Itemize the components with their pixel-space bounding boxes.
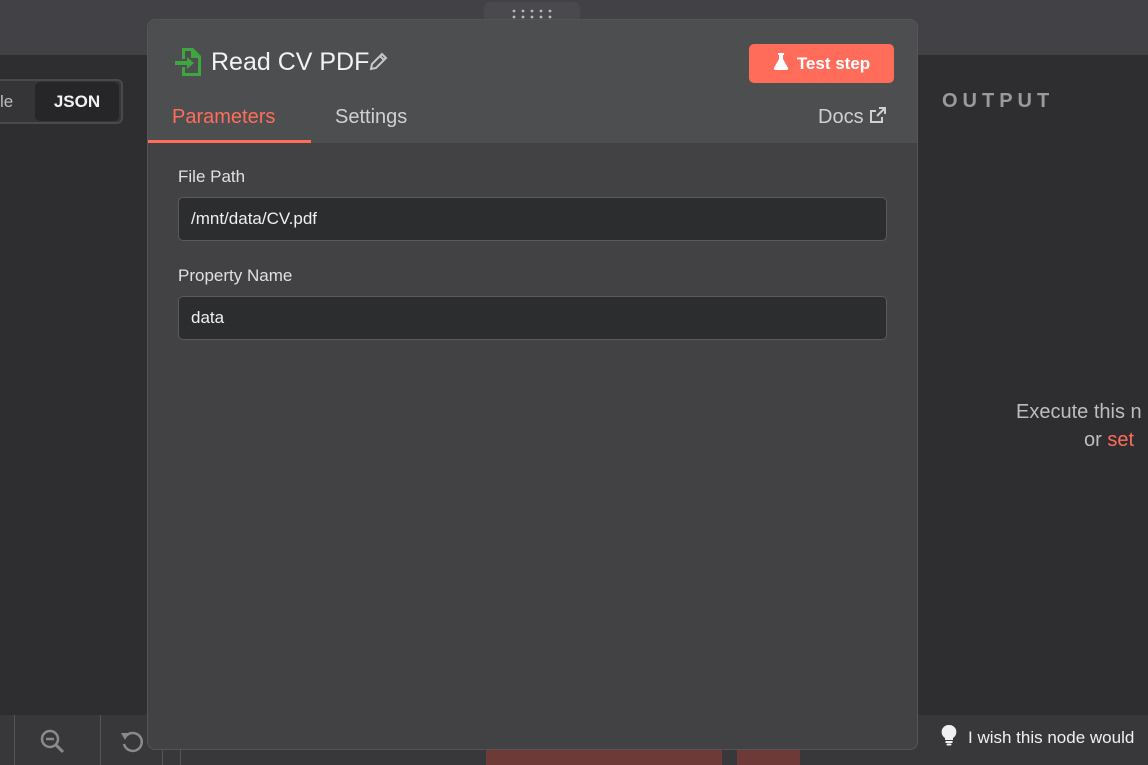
or-text: or [1084,429,1102,451]
file-path-input[interactable] [178,197,887,241]
file-path-label: File Path [178,167,246,186]
node-details-panel: Read CV PDF Test step Parameters Setting… [147,19,918,750]
file-import-icon [174,47,202,77]
docs-link[interactable]: Docs [818,106,886,129]
execute-hint-text: Execute this n [1016,401,1142,423]
feedback-text: I wish this node would [968,727,1135,747]
output-pane [905,55,1148,715]
toolbar-divider [14,715,15,765]
flask-icon [773,52,789,75]
execute-hint-or-line: or set [1016,426,1148,454]
feedback-prompt[interactable]: I wish this node would [940,724,1134,751]
panel-header: Read CV PDF Test step Parameters Setting… [148,20,917,143]
test-step-label: Test step [796,53,871,73]
table-view-button[interactable]: le [0,92,34,112]
property-name-label: Property Name [178,266,293,285]
set-mock-data-link[interactable]: set [1107,429,1134,451]
external-link-icon [869,106,886,129]
tab-parameters[interactable]: Parameters [172,106,275,129]
active-tab-indicator [148,140,311,143]
input-pane [0,55,160,715]
lightbulb-icon [940,724,958,751]
property-name-input[interactable] [178,296,887,340]
docs-label: Docs [818,106,864,128]
zoom-out-icon[interactable] [38,727,66,755]
json-view-button[interactable]: JSON [35,82,119,121]
undo-icon[interactable] [118,727,146,755]
output-heading: OUTPUT [942,90,1055,112]
toolbar-divider [100,715,101,765]
node-title[interactable]: Read CV PDF [211,48,369,77]
test-step-button[interactable]: Test step [749,44,894,83]
execute-hint: Execute this n or set [1016,398,1148,454]
pencil-icon[interactable] [368,52,388,72]
tab-settings[interactable]: Settings [335,106,407,129]
